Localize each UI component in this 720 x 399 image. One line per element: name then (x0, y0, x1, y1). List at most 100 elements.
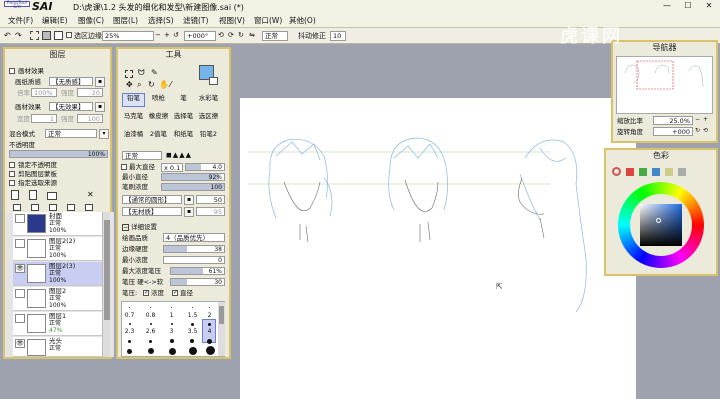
size-label[interactable]: 1 (165, 310, 178, 322)
nav-rotate-reset-icon[interactable]: ⟲ (703, 127, 708, 134)
size-dot[interactable] (189, 347, 197, 355)
size-dot[interactable] (129, 323, 131, 325)
strength-field[interactable]: 20 (77, 88, 103, 97)
lasso-tool-icon[interactable]: ᗢ (138, 68, 145, 78)
brush-shape-select[interactable]: 【通常的圆形】 (122, 195, 182, 204)
size-dot[interactable] (207, 339, 212, 344)
lock-opacity-checkbox[interactable] (9, 162, 15, 168)
brush-washi[interactable]: 和纸笔 (172, 129, 195, 143)
color-wheel[interactable] (618, 182, 704, 268)
layer-visibility-toggle[interactable] (15, 214, 25, 223)
size-label[interactable]: 3 (165, 326, 178, 338)
zoom-in-icon[interactable]: + (164, 31, 172, 41)
merge-down-icon[interactable] (13, 204, 21, 211)
layer-visibility-toggle[interactable] (15, 239, 25, 248)
deselect-icon[interactable] (30, 31, 39, 40)
menu-layer[interactable]: 图层(L) (113, 15, 138, 27)
magic-wand-icon[interactable]: ✎ (151, 68, 158, 77)
brush-select-eraser[interactable]: 选区擦 (197, 111, 220, 125)
size-dot[interactable] (150, 307, 151, 308)
pressure-density-checkbox[interactable]: ✓ (143, 290, 149, 296)
layer-mask-icon[interactable] (67, 204, 75, 211)
move-tool-icon[interactable]: ✥ (126, 80, 133, 89)
brush-shape-icons[interactable]: ◼▲▲▲ (166, 151, 192, 159)
detail-toggle-icon[interactable]: − (122, 224, 129, 231)
layer-visibility-toggle[interactable] (15, 314, 25, 323)
layer-item-layer2-2[interactable]: 图层2(2) 正常 100% (13, 237, 102, 261)
size-dot[interactable] (150, 323, 152, 325)
pressure-size-checkbox[interactable]: ✓ (172, 290, 178, 296)
size-label[interactable]: 4 (203, 326, 216, 338)
reference-checkbox[interactable] (9, 180, 15, 186)
brush-shape-num[interactable]: 50 (196, 195, 225, 204)
canvas[interactable]: ⇱ (240, 98, 636, 399)
marquee-tool-icon[interactable] (125, 70, 133, 78)
close-button[interactable]: ✕ (700, 1, 718, 12)
brush-binary[interactable]: 2值笔 (147, 129, 170, 143)
menu-other[interactable]: 其他(O) (289, 15, 316, 27)
zoom-reset-icon[interactable]: ↺ (173, 31, 181, 41)
max-size-slider[interactable]: 4.0 (185, 163, 225, 171)
layer-item-layer1[interactable]: 图层1 正常 47% (13, 312, 102, 336)
quality-select[interactable]: 4（品质优先） (163, 233, 225, 242)
zoom-field[interactable]: 25% (102, 31, 154, 41)
hsv-slider-mode-icon[interactable] (639, 168, 647, 176)
effect-menu-icon[interactable]: ▪ (95, 102, 105, 112)
blend-menu-icon[interactable]: ▾ (99, 129, 109, 139)
pressure-hard-slider[interactable]: 30 (170, 278, 225, 286)
texture-select[interactable]: 【无质感】 (49, 77, 93, 86)
rotate-tool-icon[interactable]: ↻ (148, 80, 155, 89)
rotate-right-icon[interactable]: ⟳ (228, 31, 236, 41)
new-folder-icon[interactable] (47, 192, 57, 200)
brush-bucket[interactable]: 油漆桶 (122, 129, 145, 143)
brush-airbrush[interactable]: 喷枪 (147, 93, 170, 107)
min-density-slider[interactable]: 0 (163, 256, 225, 264)
size-label[interactable]: 0.7 (123, 310, 136, 322)
minimize-button[interactable]: — (658, 1, 676, 12)
secondary-color-swatch[interactable] (209, 77, 218, 85)
swatch-mode-icon[interactable] (652, 168, 660, 176)
size-dot[interactable] (170, 339, 174, 343)
brush-brush[interactable]: 笔 (172, 93, 195, 107)
layer-visibility-toggle[interactable]: 👁 (15, 264, 25, 273)
selection-edge-icon[interactable] (54, 31, 63, 40)
effect-select[interactable]: 【无效果】 (49, 102, 93, 111)
color-wheel-mode-icon[interactable] (612, 167, 621, 176)
navigator-view-rect[interactable] (636, 60, 674, 90)
menu-edit[interactable]: 编辑(E) (42, 15, 68, 27)
menu-image[interactable]: 图像(C) (78, 15, 104, 27)
scrollbar-thumb[interactable] (104, 220, 110, 320)
stabilizer-select[interactable]: 10 (330, 31, 346, 41)
opacity-slider[interactable]: 100% (9, 150, 108, 158)
brush-watercolor[interactable]: 水彩笔 (197, 93, 220, 107)
width-field[interactable]: 1 (31, 114, 57, 123)
layer-visibility-toggle[interactable]: 👁 (15, 339, 25, 348)
effect-strength-field[interactable]: 100 (77, 114, 103, 123)
scrollbar-thumb[interactable] (219, 306, 224, 324)
layer-item-layer2[interactable]: 图层2 正常 100% (13, 287, 102, 311)
zoom-tool-icon[interactable]: ⌕ (137, 80, 141, 90)
brush-eraser[interactable]: 橡皮擦 (147, 111, 170, 125)
edge-slider[interactable]: 38 (163, 245, 225, 253)
delete-layer-icon[interactable]: ✕ (87, 190, 97, 200)
menu-filter[interactable]: 滤镜(T) (183, 15, 208, 27)
size-label[interactable]: 0.8 (144, 310, 157, 322)
paper-effect-toggle[interactable] (9, 68, 15, 74)
layer-item-layer2-3[interactable]: 👁 图层2(3) 正常 100% (13, 262, 102, 286)
size-dot[interactable] (148, 348, 154, 354)
density-slider[interactable]: 100 (161, 183, 225, 191)
maximize-button[interactable]: ☐ (679, 1, 697, 12)
menu-view[interactable]: 视图(V) (219, 15, 245, 27)
size-dot[interactable] (171, 307, 172, 308)
size-dot[interactable] (209, 307, 210, 308)
scratchpad-mode-icon[interactable] (678, 168, 686, 176)
brush-marker[interactable]: 马克笔 (122, 111, 145, 125)
size-label[interactable]: 3.5 (186, 326, 199, 338)
brush-shape-menu-icon[interactable]: ▪ (184, 195, 194, 205)
brush-pencil2[interactable]: 铅笔2 (197, 129, 220, 143)
max-size-checkbox[interactable] (121, 164, 127, 170)
layer-blend-select[interactable]: 正常 (45, 129, 97, 138)
menu-file[interactable]: 文件(F) (8, 15, 33, 27)
new-layer-icon[interactable] (11, 190, 19, 200)
size-label[interactable]: 2.3 (123, 326, 136, 338)
